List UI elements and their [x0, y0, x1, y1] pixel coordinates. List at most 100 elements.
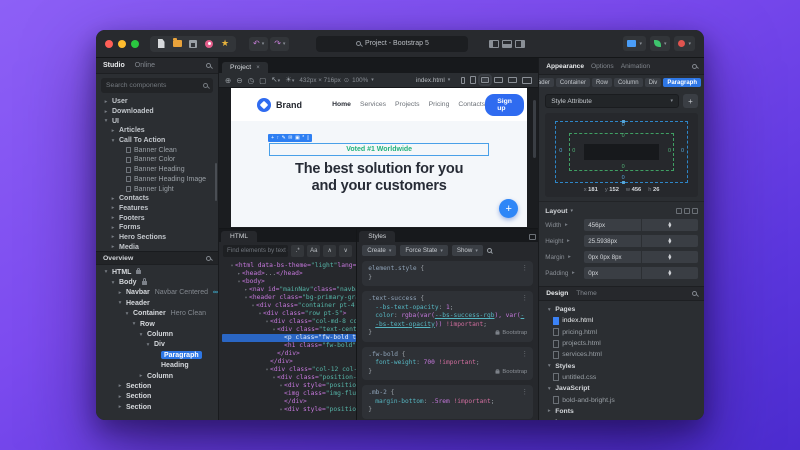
overview-node[interactable]: ▾Row [96, 319, 218, 329]
breadcrumb-div[interactable]: Div [645, 78, 662, 87]
breadcrumb-header[interactable]: Header [539, 78, 554, 87]
history-icon[interactable]: ◷ [248, 77, 255, 84]
library-item[interactable]: Banner Clean [96, 145, 218, 155]
toggle-bottom-panel-button[interactable] [502, 40, 512, 48]
tab-design[interactable]: Design [546, 290, 568, 297]
tree-arrow-icon[interactable]: ▸ [110, 225, 116, 231]
code-line[interactable]: <h1 class="fw-bold">The best solution fo… [222, 342, 356, 350]
tree-arrow-icon[interactable]: ▾ [103, 269, 109, 275]
tree-arrow-icon[interactable]: ▸ [117, 394, 123, 400]
minimize-window-button[interactable] [118, 40, 126, 48]
padding-bottom-value[interactable]: 0 [622, 165, 625, 171]
preview-brand[interactable]: Brand [257, 98, 302, 112]
code-line[interactable]: ▸<nav id="mainNav" class="navbar navbar-… [222, 286, 356, 294]
layout-section-header[interactable]: Layout ▾ [545, 205, 698, 217]
overview-node[interactable]: ▾Body [96, 277, 218, 287]
popout-panel-icon[interactable] [529, 234, 536, 240]
nav-link-pricing[interactable]: Pricing [429, 101, 450, 108]
favorites-button[interactable]: ★ [218, 38, 232, 50]
margin-left-value[interactable]: 0 [559, 149, 562, 155]
box-model-margin[interactable]: 00000000 [555, 121, 688, 183]
layout-padding-input[interactable]: 0px▴▾ [584, 267, 698, 279]
code-line[interactable]: ▾<div class="text-center"> [222, 326, 356, 334]
tab-overview[interactable]: Overview [103, 255, 133, 262]
page-preview[interactable]: Brand HomeServicesProjectsPricingContact… [231, 88, 527, 227]
search-icon[interactable] [692, 64, 697, 69]
value-stepper[interactable]: ▴▾ [641, 235, 698, 247]
layout-mode-icon[interactable] [692, 208, 698, 214]
library-item[interactable]: ▾Call To Action [96, 136, 218, 146]
tree-arrow-icon[interactable]: ▸ [138, 373, 144, 379]
tree-arrow-icon[interactable]: ▾ [110, 138, 116, 144]
search-styles-icon[interactable] [487, 248, 492, 253]
library-item[interactable]: Banner Color [96, 155, 218, 165]
design-item-pages[interactable]: ▾Pages [539, 304, 704, 315]
breadcrumb-row[interactable]: Row [592, 78, 612, 87]
layout-margin-input[interactable]: 0px 0px 8px▴▾ [584, 251, 698, 263]
design-item-pricing-html[interactable]: pricing.html [539, 327, 704, 338]
overview-node[interactable]: ▸Section [96, 392, 218, 402]
selected-paragraph[interactable]: Voted #1 Worldwide [269, 143, 489, 156]
nav-link-contacts[interactable]: Contacts [458, 101, 485, 108]
toggle-left-panel-button[interactable] [489, 40, 499, 48]
code-line[interactable]: </div> [222, 358, 356, 366]
tree-arrow-icon[interactable]: ▾ [103, 118, 109, 124]
device-laptop-small-icon[interactable] [481, 77, 489, 83]
css-rule-card[interactable]: ⋮.fw-bold {font-weight: 700 !important;}… [362, 347, 533, 381]
tab-theme[interactable]: Theme [576, 290, 597, 297]
tree-arrow-icon[interactable]: ▾ [124, 311, 130, 317]
code-line[interactable]: ▾<div class="col-md-8 col-xl-6 text-cent… [222, 318, 356, 326]
expand-icon[interactable]: ▸ [566, 254, 572, 260]
tree-arrow-icon[interactable]: ▸ [117, 383, 123, 389]
tree-arrow-icon[interactable]: ▸ [110, 244, 116, 250]
preview-hero-section[interactable]: +↑✎✉▣*▯ Voted #1 Worldwide The best solu… [231, 121, 527, 227]
show-filter-button[interactable]: Show▾ [452, 245, 483, 256]
rule-menu-icon[interactable]: ⋮ [521, 388, 528, 397]
search-icon[interactable] [206, 63, 211, 68]
find-elements-input[interactable]: Find elements by text or CSS selector [223, 245, 288, 257]
save-button[interactable] [186, 38, 200, 50]
code-line[interactable]: ▸<head>...</head> [222, 270, 356, 278]
preview-navbar[interactable]: Brand HomeServicesProjectsPricingContact… [231, 88, 527, 121]
design-item-javascript[interactable]: ▾JavaScript [539, 383, 704, 394]
theme-light-dropdown[interactable]: ☀▾ [285, 76, 294, 85]
add-style-button[interactable]: + [683, 94, 698, 108]
design-item-untitled-css[interactable]: untitled.css [539, 372, 704, 383]
tree-arrow-icon[interactable]: ▸ [110, 128, 116, 134]
tree-arrow-icon[interactable]: ▸ [103, 109, 109, 115]
overview-node[interactable]: ▾ContainerHero Clean [96, 309, 218, 319]
nav-link-services[interactable]: Services [360, 101, 386, 108]
preview-heading[interactable]: The best solution for you and your custo… [231, 161, 527, 195]
tree-arrow-icon[interactable]: ▸ [103, 99, 109, 105]
tree-arrow-icon[interactable]: ▸ [546, 408, 552, 414]
code-line[interactable]: ▾<div style="position: relative;flex: 0 … [222, 382, 356, 390]
breadcrumb-column[interactable]: Column [614, 78, 643, 87]
code-line[interactable]: <p class="fw-bold text-success mb-2">Vot… [222, 334, 356, 342]
css-rule-card[interactable]: ⋮.text-success {--bs-text-opacity: 1;col… [362, 291, 533, 342]
export-dropdown[interactable]: ▾ [650, 36, 671, 51]
tree-arrow-icon[interactable]: ▾ [546, 363, 552, 369]
padding-top-value[interactable]: 0 [622, 134, 625, 140]
canvas-dimensions[interactable]: 432px × 716px ⊙ 100% ▾ [299, 77, 373, 84]
device-laptop-icon[interactable] [494, 77, 503, 83]
library-item[interactable]: ▾UI [96, 116, 218, 126]
tab-studio[interactable]: Studio [103, 62, 125, 69]
library-item[interactable]: ▸Footers [96, 213, 218, 223]
case-toggle-button[interactable]: Aa [307, 245, 320, 257]
code-line[interactable]: <img class="img-fluid" data-bss-parallax… [222, 390, 356, 398]
device-desktop-large-icon[interactable] [522, 77, 532, 84]
tree-arrow-icon[interactable]: ▾ [138, 332, 144, 338]
library-item[interactable]: ▸Hero Sections [96, 233, 218, 243]
find-next-button[interactable]: ∨ [339, 245, 352, 257]
fit-frame-icon[interactable]: ▢ [259, 77, 266, 84]
design-item-styles[interactable]: ▾Styles [539, 360, 704, 371]
tree-arrow-icon[interactable]: ▸ [117, 290, 123, 296]
open-folder-button[interactable] [170, 38, 184, 50]
nav-link-projects[interactable]: Projects [395, 101, 420, 108]
rule-menu-icon[interactable]: ⋮ [521, 350, 528, 359]
tab-appearance[interactable]: Appearance [546, 63, 584, 70]
rule-menu-icon[interactable]: ⋮ [521, 264, 528, 273]
tab-animation[interactable]: Animation [621, 63, 650, 70]
search-icon[interactable] [206, 256, 211, 261]
margin-bottom-value[interactable]: 0 [622, 176, 625, 182]
